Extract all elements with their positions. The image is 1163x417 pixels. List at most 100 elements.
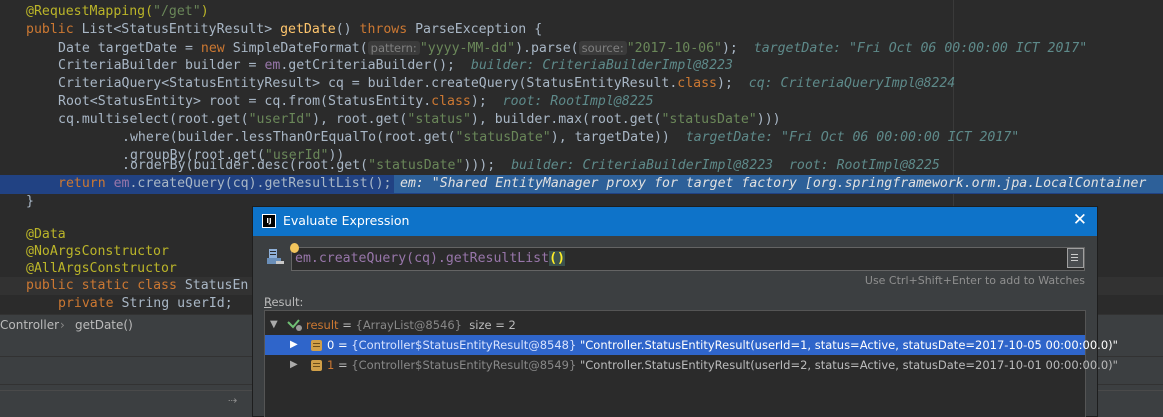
annotation: @AllArgsConstructor [26, 261, 177, 276]
code-line-1[interactable]: @RequestMapping("/get") [0, 3, 1163, 21]
code-text: ).parse( [515, 41, 579, 56]
triangle-right-icon[interactable]: ▶ [290, 335, 298, 355]
code-text: ); [470, 94, 487, 109]
debug-inline-value-current: em: "Shared EntityManager proxy for targ… [394, 175, 1163, 193]
breadcrumb-item-class[interactable]: Controller [0, 318, 59, 332]
intellij-logo-icon: IJ [262, 214, 276, 228]
string-literal: "userId" [248, 112, 313, 127]
code-text: Root<StatusEntity> root = cq.from(Status… [58, 94, 432, 109]
dialog-title: Evaluate Expression [283, 213, 410, 228]
keyword: private [58, 296, 114, 311]
object-field-icon [311, 360, 322, 371]
tree-row-result[interactable]: ▼ result = {ArrayList@8546} size = 2 [265, 315, 1085, 335]
evaluate-expression-dialog: IJ Evaluate Expression ✕ em.createQuery(… [252, 206, 1118, 417]
equals-sign: = [334, 358, 352, 372]
code-text: ), root.get( [312, 112, 408, 127]
field-ref: em [264, 58, 281, 73]
keyword: throws [359, 22, 408, 37]
equals-sign: = [334, 338, 352, 352]
code-line-2[interactable]: public List<StatusEntityResult> getDate(… [0, 21, 1163, 39]
debug-inline-value: targetDate: "Fri Oct 06 00:00:00 ICT 201… [753, 41, 1088, 56]
code-text: CriteriaBuilder builder = [58, 58, 265, 73]
variable-value: size = 2 [461, 318, 516, 332]
code-text: .where(builder.lessThanOrEqualTo(root.ge… [122, 130, 456, 145]
variable-value: "Controller.StatusEntityResult(userId=1,… [576, 338, 1118, 352]
variable-name: result [306, 318, 339, 332]
breadcrumb-separator: › [60, 318, 65, 332]
parameter-hint: source: [578, 41, 627, 55]
string-literal: "2017-10-06" [626, 41, 722, 56]
string-literal: "yyyy-MM-dd" [419, 41, 516, 56]
keyword: new [200, 41, 225, 56]
string-literal: "/get" [153, 4, 201, 19]
code-text: } [26, 194, 34, 209]
code-line-3[interactable]: Date targetDate = new SimpleDateFormat(p… [0, 39, 1163, 57]
keyword: return [58, 176, 106, 191]
evaluate-icon [267, 249, 284, 264]
breadcrumb-item-method[interactable]: getDate() [75, 318, 133, 332]
annotation: @NoArgsConstructor [26, 244, 169, 259]
code-text: .orderBy(builder.desc(root.get( [122, 158, 369, 173]
code-line-5[interactable]: CriteriaQuery<StatusEntityResult> cq = b… [0, 75, 1163, 93]
code-line-7[interactable]: cq.multiselect(root.get("userId"), root.… [0, 111, 1163, 129]
code-text: () [335, 22, 360, 37]
string-literal: "statusDate" [661, 112, 757, 127]
variable-type: {Controller$StatusEntityResult@8548} [351, 338, 577, 352]
code-text: .createQuery(cq).getResultList(); [129, 176, 392, 191]
object-field-icon [311, 340, 322, 351]
code-text: ), builder.max(root.get( [470, 112, 662, 127]
variable-type: {Controller$StatusEntityResult@8549} [351, 358, 577, 372]
annotation: @Data [26, 227, 66, 242]
method-name: getDate [280, 22, 336, 37]
keyword: public [26, 278, 74, 293]
keyword: public [26, 22, 74, 37]
code-line-10[interactable]: .orderBy(builder.desc(root.get("statusDa… [0, 157, 1163, 175]
watch-hint: Use Ctrl+Shift+Enter to add to Watches [864, 274, 1085, 287]
code-text: CriteriaQuery<StatusEntityResult> cq = b… [58, 76, 678, 91]
expression-input[interactable]: em.createQuery(cq).getResultList() [290, 243, 1085, 271]
code-text: ); [717, 76, 733, 91]
code-text: ), targetDate)) [550, 130, 670, 145]
variable-type: {ArrayList@8546} [355, 318, 462, 332]
code-line-8[interactable]: .where(builder.lessThanOrEqualTo(root.ge… [0, 129, 1163, 147]
result-label-text: esult: [271, 295, 304, 309]
expression-parens: () [549, 251, 565, 266]
annotation-close: ) [200, 4, 209, 19]
code-line-11-execution-point[interactable]: return em.createQuery(cq).getResultList(… [0, 175, 1163, 194]
string-literal: "statusDate" [455, 130, 551, 145]
tree-row-item[interactable]: ▶ 0 = {Controller$StatusEntityResult@854… [265, 335, 1118, 355]
code-text: .getCriteriaBuilder(); [280, 58, 455, 73]
list-variable-icon [287, 319, 302, 331]
result-label: Result: [264, 295, 303, 309]
expression-main: em.createQuery(cq).getResultList [295, 251, 550, 266]
debug-inline-value: em: "Shared EntityManager proxy for targ… [400, 176, 1147, 191]
debug-inline-value: builder: CriteriaBuilderImpl@8223 [470, 58, 733, 73]
code-text: ParseException { [407, 22, 543, 37]
code-text: String userId; [121, 296, 233, 311]
code-text: StatusEn [184, 278, 249, 293]
code-text: Date targetDate = [58, 41, 201, 56]
string-literal: "statusDate" [368, 158, 464, 173]
code-text: ))); [463, 158, 496, 173]
field-ref: em [113, 176, 130, 191]
code-line-6[interactable]: Root<StatusEntity> root = cq.from(Status… [0, 93, 1163, 111]
triangle-down-icon[interactable]: ▼ [270, 315, 278, 335]
code-text: cq.multiselect(root.get( [58, 112, 249, 127]
result-tree[interactable]: ▼ result = {ArrayList@8546} size = 2 ▶ 0… [264, 310, 1118, 417]
keyword: static [81, 278, 130, 293]
code-text: ))) [756, 112, 781, 127]
keyword: class [677, 76, 717, 91]
close-icon[interactable]: ✕ [1073, 210, 1087, 230]
triangle-right-icon[interactable]: ▶ [290, 355, 298, 375]
add-to-watches-icon[interactable] [1067, 248, 1084, 268]
dialog-title-bar[interactable]: IJ Evaluate Expression ✕ [253, 207, 1097, 236]
expression-text: em.createQuery(cq).getResultList() [295, 248, 565, 270]
keyword: class [431, 94, 471, 109]
equals-sign: = [338, 318, 356, 332]
code-text: ); [721, 41, 738, 56]
debug-inline-value: root: RootImpl@8225 [502, 94, 654, 109]
tree-row-item[interactable]: ▶ 1 = {Controller$StatusEntityResult@854… [265, 355, 1118, 375]
keyword: class [137, 278, 177, 293]
code-line-4[interactable]: CriteriaBuilder builder = em.getCriteria… [0, 57, 1163, 75]
pin-icon[interactable]: ⇢ [228, 394, 237, 407]
